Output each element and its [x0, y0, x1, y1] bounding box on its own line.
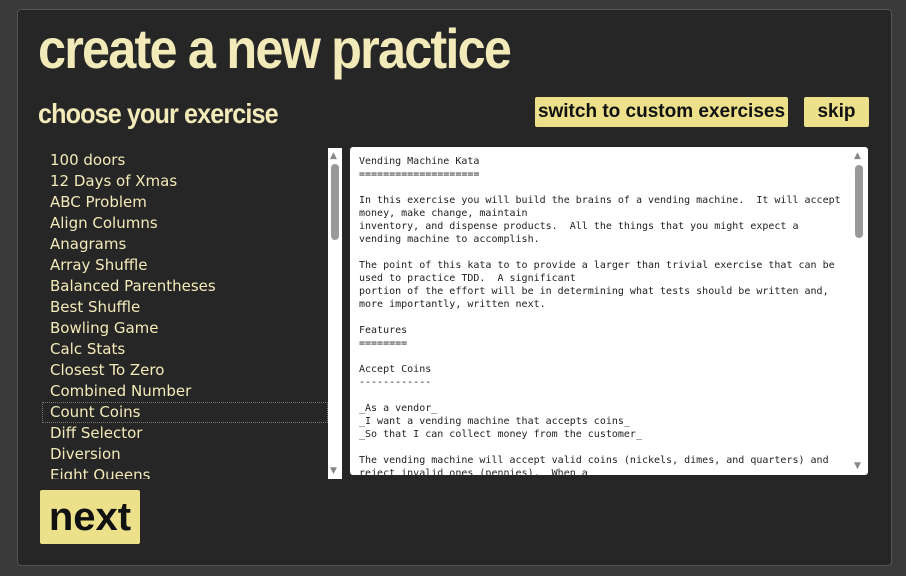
exercise-item[interactable]: Diversion — [42, 444, 328, 465]
exercise-item[interactable]: Diff Selector — [42, 423, 328, 444]
exercise-item[interactable]: Calc Stats — [42, 339, 328, 360]
main-panel: create a new practice choose your exerci… — [17, 9, 892, 566]
exercise-item[interactable]: 12 Days of Xmas — [42, 171, 328, 192]
exercise-item[interactable]: Combined Number — [42, 381, 328, 402]
exercise-item[interactable]: Closest To Zero — [42, 360, 328, 381]
scroll-up-icon[interactable]: ▲ — [330, 151, 337, 161]
exercise-item[interactable]: 100 doors — [42, 150, 328, 171]
exercise-description[interactable]: Vending Machine Kata ===================… — [350, 147, 868, 475]
exercise-item[interactable]: Array Shuffle — [42, 255, 328, 276]
exercise-item[interactable]: Bowling Game — [42, 318, 328, 339]
next-button[interactable]: next — [40, 490, 140, 544]
exercise-list-scrollbar[interactable]: ▲ ▼ — [328, 148, 342, 479]
switch-to-custom-button[interactable]: switch to custom exercises — [535, 97, 788, 127]
scroll-down-icon[interactable]: ▼ — [854, 461, 861, 471]
exercise-list[interactable]: 100 doors 12 Days of Xmas ABC Problem Align… — [42, 150, 328, 479]
exercise-item[interactable]: Balanced Parentheses — [42, 276, 328, 297]
section-title: choose your exercise — [38, 98, 279, 129]
exercise-item[interactable]: Eight Queens — [42, 465, 328, 479]
exercise-item[interactable]: Anagrams — [42, 234, 328, 255]
scroll-down-icon[interactable]: ▼ — [330, 466, 337, 476]
exercise-item[interactable]: Best Shuffle — [42, 297, 328, 318]
skip-button[interactable]: skip — [804, 97, 869, 127]
scroll-thumb[interactable] — [331, 164, 339, 240]
page-title: create a new practice — [38, 17, 512, 80]
exercise-item[interactable]: ABC Problem — [42, 192, 328, 213]
scroll-thumb[interactable] — [855, 165, 863, 238]
exercise-item[interactable]: Count Coins — [42, 402, 328, 423]
description-text: Vending Machine Kata ===================… — [359, 156, 841, 475]
exercise-item[interactable]: Align Columns — [42, 213, 328, 234]
description-scrollbar[interactable]: ▲ ▼ — [852, 149, 866, 473]
scroll-up-icon[interactable]: ▲ — [854, 151, 861, 161]
